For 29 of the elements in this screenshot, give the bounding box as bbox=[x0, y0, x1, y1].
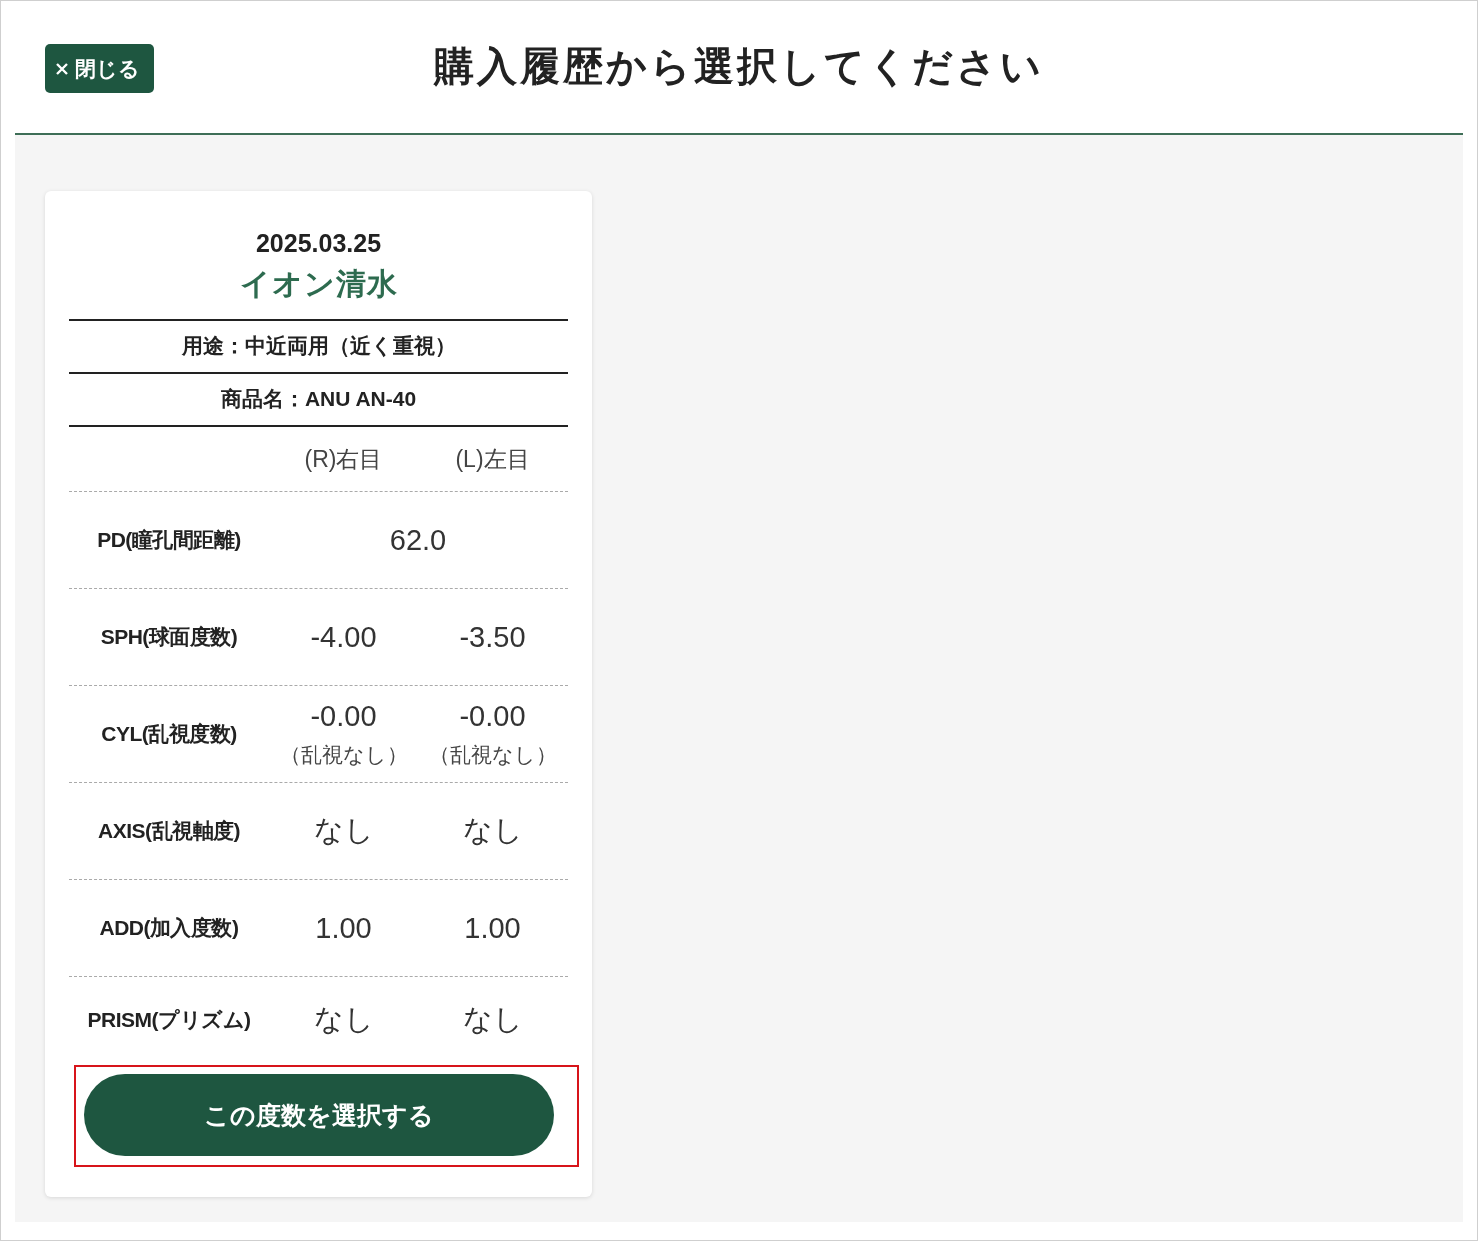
row-label: PRISM(プリズム) bbox=[86, 1007, 252, 1033]
purpose-text: 用途：中近両用（近く重視） bbox=[69, 319, 568, 372]
value-text: なし bbox=[462, 1002, 523, 1037]
close-icon bbox=[55, 61, 69, 76]
row-label: PD(瞳孔間距離) bbox=[96, 527, 242, 553]
row-label: AXIS(乱視軸度) bbox=[97, 818, 241, 844]
value-text: -0.00 bbox=[459, 699, 526, 733]
value-text: なし bbox=[313, 1002, 374, 1037]
value-text: -4.00 bbox=[310, 620, 377, 654]
select-button[interactable]: この度数を選択する bbox=[84, 1074, 554, 1156]
value-text: なし bbox=[462, 813, 523, 848]
value-text: 1.00 bbox=[464, 911, 521, 945]
value-text: -0.00 bbox=[310, 699, 377, 733]
value-text: 1.00 bbox=[315, 911, 372, 945]
value-text: 62.0 bbox=[389, 523, 447, 557]
note-text: （乱視なし） bbox=[428, 741, 557, 768]
close-button[interactable]: 閉じる bbox=[45, 44, 154, 93]
row-label: CYL(乱視度数) bbox=[100, 721, 238, 747]
column-header: (L)左目 bbox=[454, 444, 531, 474]
product-name: 商品名：ANU AN-40 bbox=[69, 372, 568, 427]
column-header: (R)右目 bbox=[303, 444, 384, 474]
page-title: 購入履歴から選択してください bbox=[434, 42, 1044, 90]
row-label: ADD(加入度数) bbox=[98, 915, 240, 941]
row-label: SPH(球面度数) bbox=[99, 624, 239, 650]
value-text: -3.50 bbox=[459, 620, 526, 654]
purchase-date: 2025.03.25 bbox=[254, 229, 383, 258]
store-name: イオン清水 bbox=[238, 266, 399, 302]
value-text: なし bbox=[313, 813, 374, 848]
note-text: （乱視なし） bbox=[279, 741, 408, 768]
